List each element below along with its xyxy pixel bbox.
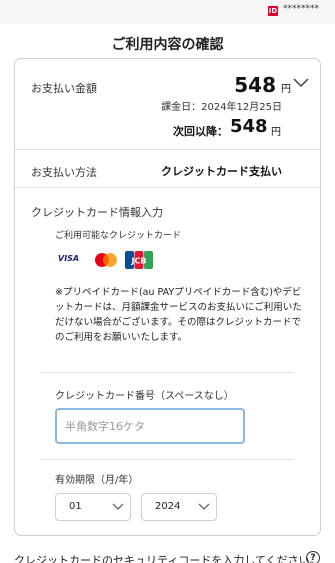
jcb-text: JCB xyxy=(131,257,147,266)
expiry-month-select[interactable]: 01 xyxy=(55,493,131,521)
top-bar: ID ******** xyxy=(0,0,335,24)
amount-value: 548 xyxy=(234,73,276,97)
expiry-month-value: 01 xyxy=(69,501,82,512)
next-billing-unit: 円 xyxy=(271,127,281,138)
chevron-down-icon xyxy=(293,78,309,88)
expiry-year-value: 2024 xyxy=(155,501,181,512)
amount-label: お支払い金額 xyxy=(31,82,97,95)
card-number-input[interactable] xyxy=(55,408,245,444)
payment-method-label: お支払い方法 xyxy=(31,166,97,179)
next-billing-value: 548 xyxy=(230,116,268,137)
divider xyxy=(41,459,293,460)
jcb-logo-icon: JCB xyxy=(124,250,154,270)
security-code-instruction: クレジットカードのセキュリティコードを入力してください。 xyxy=(14,554,321,563)
divider xyxy=(41,372,293,373)
masked-user-id: ******** xyxy=(283,4,319,14)
chevron-down-icon xyxy=(198,503,210,510)
confirmation-card: お支払い金額 548 円 課金日：2024年12月25日 次回以降： 548 円… xyxy=(14,58,321,536)
billing-date: 課金日：2024年12月25日 xyxy=(161,102,282,113)
expiry-year-select[interactable]: 2024 xyxy=(141,493,217,521)
prepaid-card-note: ※プリペイドカード(au PAYプリペイドカード含む)やデビットカードは、月額課… xyxy=(55,287,302,343)
help-icon[interactable]: ? xyxy=(306,551,320,563)
available-cards-label: ご利用可能なクレジットカード xyxy=(55,231,182,241)
amount-unit: 円 xyxy=(281,84,291,95)
expand-details-button[interactable] xyxy=(291,75,311,91)
id-badge-icon: ID xyxy=(268,6,278,16)
next-billing-label: 次回以降： xyxy=(173,125,228,138)
expiry-label: 有効期限（月/年） xyxy=(55,475,139,486)
divider xyxy=(15,187,320,188)
payment-method-value: クレジットカード支払い xyxy=(161,165,282,178)
page-title: ご利用内容の確認 xyxy=(111,37,224,53)
chevron-down-icon xyxy=(112,503,124,510)
mastercard-logo-icon xyxy=(92,251,120,269)
visa-logo-icon: VISA xyxy=(58,254,80,263)
credit-card-heading: クレジットカード情報入力 xyxy=(31,206,163,219)
card-number-label: クレジットカード番号（スペースなし） xyxy=(55,391,234,402)
divider xyxy=(15,149,320,150)
